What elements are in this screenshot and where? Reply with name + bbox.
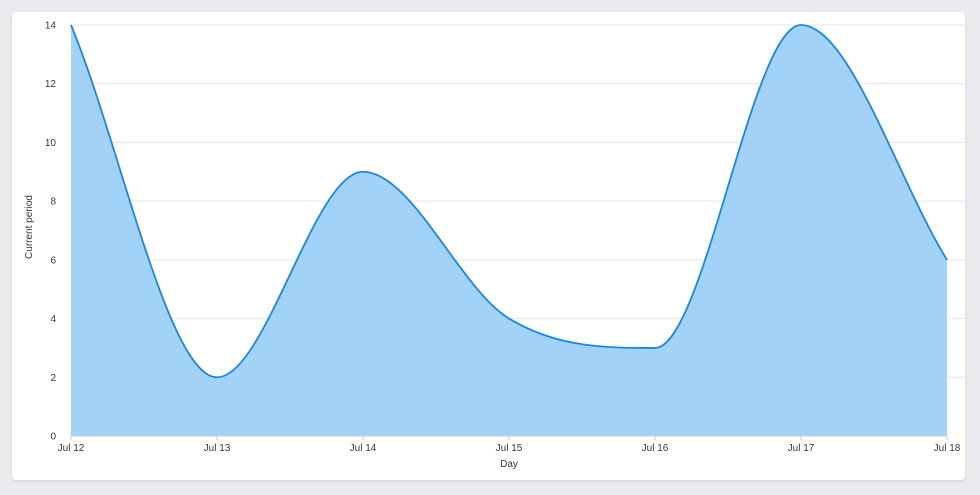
y-tick-label: 12 [45,79,57,90]
area-fill [71,25,947,436]
x-tick-label: Jul 12 [58,443,85,454]
y-axis-title: Current period [24,195,35,259]
y-tick-label: 2 [50,373,56,384]
y-tick-label: 14 [45,21,57,32]
y-tick-label: 10 [45,138,57,149]
y-axis: 0 2 4 6 8 10 12 14 [45,21,57,443]
area-chart: 02468101214 Jul 12 Jul 13 Jul 14 Jul 15 Jul … [24,21,967,470]
y-tick-label: 8 [50,197,56,208]
x-tick-label: Jul 16 [642,443,669,454]
x-tick-label: Jul 17 [788,443,815,454]
x-tick-label: Jul 14 [350,443,377,454]
area-layer [70,24,948,437]
y-tick-label: 0 [50,432,56,443]
x-axis: Jul 12 Jul 13 Jul 14 Jul 15 Jul 16 Jul 17 Jul … [58,436,961,454]
x-axis-title: Day [500,459,518,470]
x-tick-label: Jul 13 [204,443,231,454]
y-tick-label: 4 [50,314,56,325]
x-tick-label: Jul 15 [496,443,523,454]
x-tick-label: Jul 18 [934,443,961,454]
y-tick-label: 6 [50,255,56,266]
